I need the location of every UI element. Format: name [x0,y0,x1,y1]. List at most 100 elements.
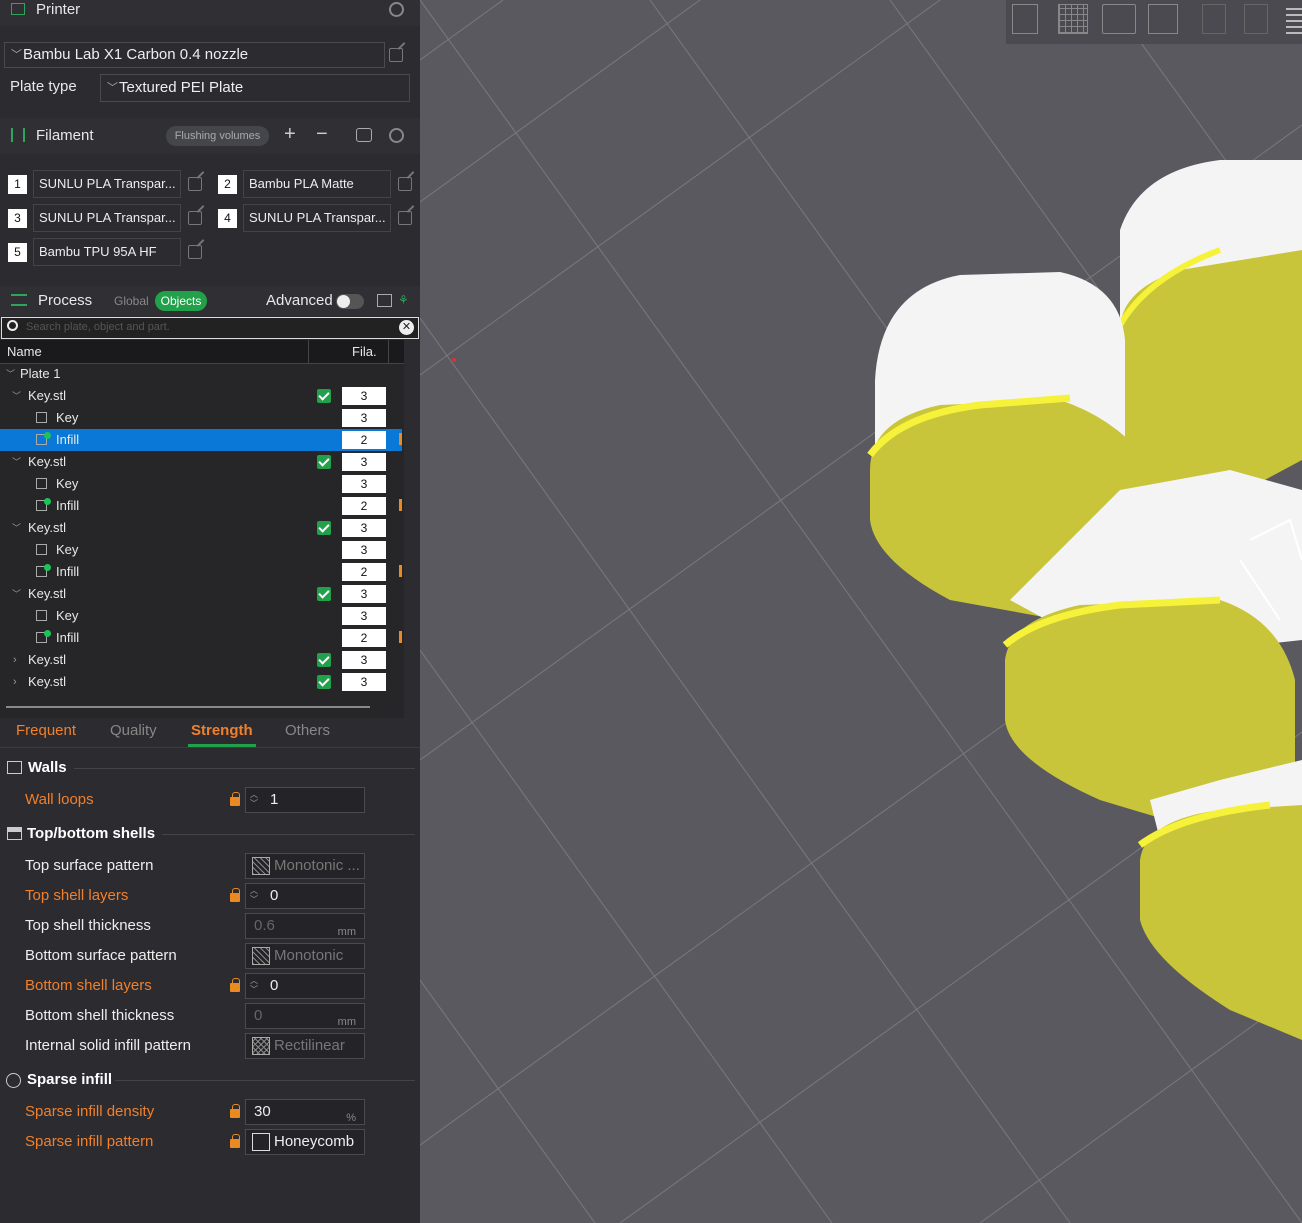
global-toggle[interactable]: Global [114,294,149,308]
arrange-grid-icon[interactable] [1058,4,1088,34]
printable-checkbox[interactable] [317,653,331,667]
chevron-down-icon: ﹀ [12,457,22,467]
fila-select[interactable]: 2 [342,563,386,581]
tree-row-modifier[interactable]: Infill 2 [0,495,402,517]
tab-frequent[interactable]: Frequent [16,722,76,739]
fila-select[interactable]: 2 [342,431,386,449]
add-cube-icon[interactable] [1012,4,1038,34]
edit-filament-icon[interactable] [188,211,202,225]
tree-row-modifier[interactable]: Infill 2 [0,627,402,649]
tree-row-object-collapsed[interactable]: › Key.stl 3 [0,649,402,671]
filament-name[interactable]: Bambu PLA Matte [243,170,391,198]
tab-others[interactable]: Others [285,722,330,739]
object-settings-icon[interactable]: ⚘ [398,293,409,307]
spinner-icon[interactable]: ︿ ﹀ [250,976,260,994]
fila-select[interactable]: 3 [342,387,386,405]
bottom-surface-pattern-select[interactable]: Monotonic [245,943,365,969]
tree-row-modifier[interactable]: Infill 2 [0,561,402,583]
add-filament-icon[interactable]: + [284,123,296,146]
menu-icon[interactable] [1286,4,1302,34]
col-fila-header[interactable]: Fila. [352,344,377,359]
filament-name[interactable]: SUNLU PLA Transpar... [33,204,181,232]
fila-select[interactable]: 3 [342,585,386,603]
layout-icon[interactable] [1148,4,1178,34]
split-parts-icon[interactable] [1244,4,1268,34]
3d-viewport[interactable] [420,0,1302,1223]
col-divider [388,340,389,364]
edit-filament-icon[interactable] [188,177,202,191]
tab-strength[interactable]: Strength [191,722,253,739]
tree-row-object[interactable]: ﹀ Key.stl 3 [0,583,402,605]
wall-loops-input[interactable]: ︿ ﹀ 1 [245,787,365,813]
col-name-header[interactable]: Name [7,344,42,359]
lock-icon[interactable] [230,1104,240,1118]
printable-checkbox[interactable] [317,675,331,689]
tree-row-object[interactable]: ﹀ Key.stl 3 [0,517,402,539]
tree-row-part[interactable]: Key 3 [0,407,402,429]
fila-select[interactable]: 3 [342,607,386,625]
printer-select[interactable]: ﹀ Bambu Lab X1 Carbon 0.4 nozzle [4,42,385,68]
printer-settings-icon[interactable] [389,2,404,17]
list-icon[interactable] [377,294,392,307]
auto-orient-icon[interactable] [1102,4,1136,34]
spinner-icon[interactable]: ︿ ﹀ [250,886,260,904]
fila-select[interactable]: 3 [342,673,386,691]
tree-row-modifier-selected[interactable]: Infill 2 [0,429,402,451]
search-box[interactable]: Search plate, object and part. ✕ [1,317,419,339]
edit-filament-icon[interactable] [188,245,202,259]
printable-checkbox[interactable] [317,587,331,601]
bottom-shell-thickness-input[interactable]: 0 mm [245,1003,365,1029]
edit-filament-icon[interactable] [398,177,412,191]
fila-select[interactable]: 3 [342,651,386,669]
printable-checkbox[interactable] [317,389,331,403]
top-shell-thickness-input[interactable]: 0.6 mm [245,913,365,939]
sparse-infill-density-input[interactable]: 30 % [245,1099,365,1125]
tree-row-part[interactable]: Key 3 [0,605,402,627]
spinner-icon[interactable]: ︿ ﹀ [250,790,260,808]
tab-quality[interactable]: Quality [110,722,157,739]
tree-row-object-collapsed[interactable]: › Key.stl 3 [0,671,402,693]
lock-icon[interactable] [230,792,240,806]
fila-select[interactable]: 2 [342,497,386,515]
filament-name[interactable]: SUNLU PLA Transpar... [243,204,391,232]
plate-type-select[interactable]: ﹀ Textured PEI Plate [100,74,410,102]
walls-icon [7,761,22,774]
tree-row-part[interactable]: Key 3 [0,539,402,561]
fila-select[interactable]: 3 [342,409,386,427]
bottom-surface-pattern-label: Bottom surface pattern [25,947,177,964]
tree-row-plate[interactable]: ﹀ Plate 1 [0,363,402,385]
lock-icon[interactable] [230,888,240,902]
sparse-infill-pattern-select[interactable]: Honeycomb [245,1129,365,1155]
lock-icon[interactable] [230,978,240,992]
remove-filament-icon[interactable]: − [316,123,328,146]
fila-select[interactable]: 3 [342,475,386,493]
top-shell-layers-input[interactable]: ︿ ﹀ 0 [245,883,365,909]
filament-name[interactable]: Bambu TPU 95A HF [33,238,181,266]
fila-select[interactable]: 3 [342,519,386,537]
lock-icon[interactable] [230,1134,240,1148]
edit-filament-icon[interactable] [398,211,412,225]
tree-horizontal-scrollbar[interactable] [6,706,370,708]
fila-select[interactable]: 3 [342,453,386,471]
modifier-dot-icon [44,630,51,637]
bottom-shell-layers-input[interactable]: ︿ ﹀ 0 [245,973,365,999]
edit-printer-icon[interactable] [389,48,403,62]
printable-checkbox[interactable] [317,455,331,469]
fila-select[interactable]: 3 [342,541,386,559]
internal-solid-infill-pattern-select[interactable]: Rectilinear [245,1033,365,1059]
filament-name[interactable]: SUNLU PLA Transpar... [33,170,181,198]
tree-row-object[interactable]: ﹀ Key.stl 3 [0,385,402,407]
printable-checkbox[interactable] [317,521,331,535]
advanced-switch[interactable] [336,294,364,309]
split-objects-icon[interactable] [1202,4,1226,34]
tree-row-object[interactable]: ﹀ Key.stl 3 [0,451,402,473]
tree-row-part[interactable]: Key 3 [0,473,402,495]
flushing-volumes-button[interactable]: Flushing volumes [166,126,269,146]
filament-settings-icon[interactable] [389,128,404,143]
sync-ams-icon[interactable] [356,128,372,142]
objects-toggle[interactable]: Objects [155,291,207,311]
clear-search-icon[interactable]: ✕ [399,320,414,335]
top-surface-pattern-select[interactable]: Monotonic ... [245,853,365,879]
bottom-shell-thickness-label: Bottom shell thickness [25,1007,175,1024]
fila-select[interactable]: 2 [342,629,386,647]
